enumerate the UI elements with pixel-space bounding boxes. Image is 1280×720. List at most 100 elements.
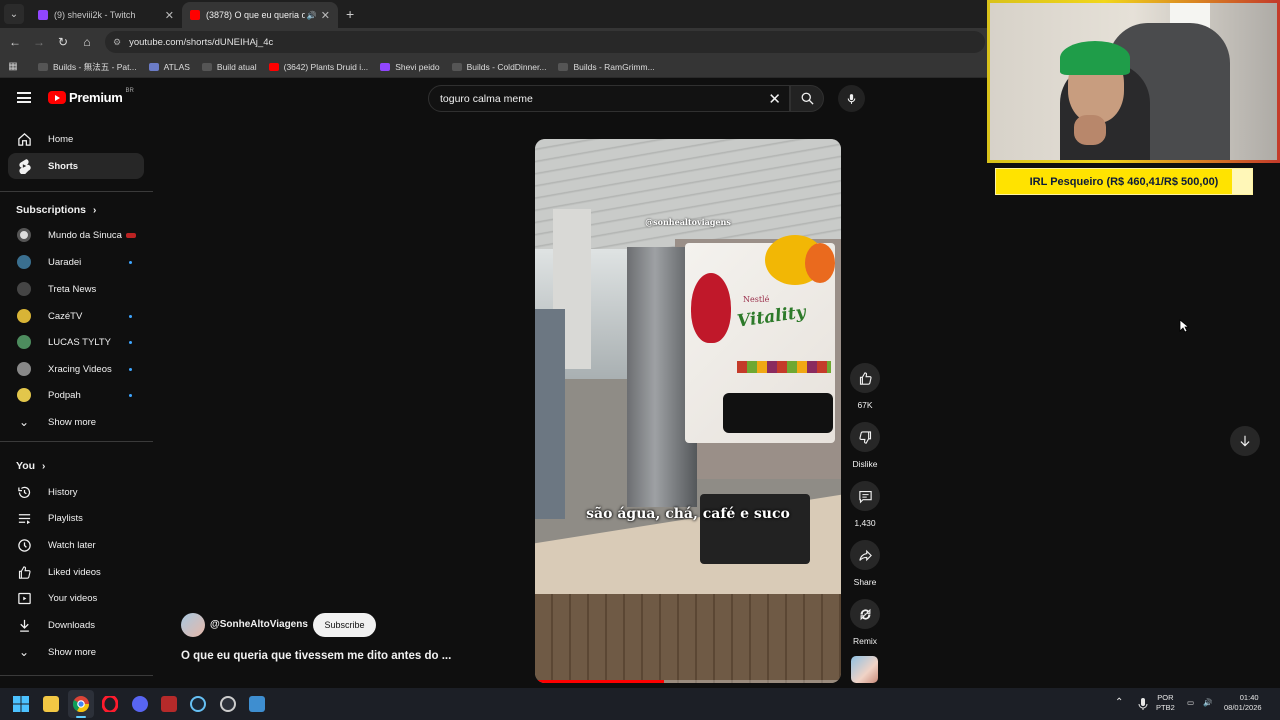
bookmark[interactable]: ATLAS [148, 62, 190, 72]
channel-avatar [17, 335, 31, 349]
orange-graphic [805, 243, 835, 283]
sidebar-item-subscription[interactable]: Uaradei [8, 249, 144, 275]
file-explorer-icon[interactable] [43, 696, 59, 712]
you-heading[interactable]: You › [16, 460, 45, 472]
site-info-icon[interactable]: ⚙ [113, 37, 121, 48]
video-scene-drip-tray [700, 494, 810, 564]
tab-title: (9) sheviii2k - Twitch [54, 10, 136, 20]
subscriptions-heading[interactable]: Subscriptions › [16, 204, 96, 216]
sidebar-item-subscription[interactable]: Xracing Videos [8, 356, 144, 382]
sidebar-item-subscription[interactable]: LUCAS TYLTY [8, 329, 144, 355]
twitch-favicon [38, 10, 48, 20]
new-tab-button[interactable]: + [346, 6, 354, 22]
history-icon [16, 485, 32, 500]
sidebar-item-label: Watch later [48, 539, 96, 551]
sidebar-item-watch-later[interactable]: Watch later [8, 532, 144, 558]
subscriptions-show-more[interactable]: ⌄ Show more [8, 409, 144, 435]
network-icon[interactable]: ▭ [1187, 698, 1194, 708]
sound-thumbnail[interactable] [851, 656, 878, 683]
search-button[interactable] [790, 85, 824, 112]
dislike-button[interactable]: Dislike [848, 422, 882, 469]
new-content-dot [129, 260, 132, 264]
tab-search-button[interactable]: ⌄ [4, 4, 24, 24]
url-text: youtube.com/shorts/dUNEIHAj_4c [129, 36, 274, 48]
subscribe-button[interactable]: Subscribe [313, 613, 376, 637]
video-title[interactable]: O que eu queria que tivessem me dito ant… [181, 650, 451, 662]
chrome-icon[interactable] [73, 696, 89, 712]
bookmark[interactable]: Builds - RamGrimm... [558, 62, 655, 72]
forward-icon[interactable]: → [27, 35, 51, 49]
shorts-video-player[interactable]: Nestlé Vitality @sonhealtoviagens são ág… [535, 139, 841, 683]
speaker-icon[interactable]: 🔊 [307, 11, 317, 20]
sidebar-item-subscription[interactable]: Podpah [8, 382, 144, 408]
comments-button[interactable]: 1,430 [848, 481, 882, 528]
arrow-down-icon [1240, 435, 1250, 447]
opera-icon[interactable] [102, 696, 118, 712]
bookmark[interactable]: Builds - 無法五 - Pat... [38, 61, 137, 73]
sidebar-item-subscription[interactable]: Mundo da Sinuca [8, 222, 144, 248]
clock[interactable]: 01:40 08/01/2026 [1224, 693, 1262, 713]
sidebar-item-home[interactable]: Home [8, 126, 144, 152]
sidebar-item-playlists[interactable]: Playlists [8, 505, 144, 531]
reload-icon[interactable]: ↻ [51, 35, 75, 49]
app-icon[interactable] [220, 696, 236, 712]
home-icon[interactable]: ⌂ [75, 35, 99, 49]
menu-icon[interactable] [17, 92, 31, 103]
sidebar-item-history[interactable]: History [8, 479, 144, 505]
sidebar-item-downloads[interactable]: Downloads [8, 612, 144, 638]
like-button[interactable]: 67K [848, 363, 882, 410]
app-icon[interactable] [161, 696, 177, 712]
voice-search-button[interactable] [838, 85, 865, 112]
bookmark[interactable]: Build atual [201, 62, 257, 72]
sidebar-item-subscription[interactable]: CazéTV [8, 303, 144, 329]
close-tab-icon[interactable]: ✕ [321, 9, 330, 22]
tab-twitch[interactable]: (9) sheviii2k - Twitch ✕ [30, 2, 182, 28]
sidebar-item-label: History [48, 486, 78, 498]
tab-youtube[interactable]: (3878) O que eu queria que 🔊 ✕ [182, 2, 338, 28]
youtube-logo[interactable]: Premium BR [48, 88, 134, 105]
new-content-dot [129, 340, 132, 344]
volume-icon[interactable]: 🔊 [1203, 698, 1212, 708]
channel-handle[interactable]: @SonheAltoViagens [210, 619, 308, 630]
microphone-icon[interactable] [1138, 697, 1148, 711]
home-icon [16, 132, 32, 147]
remix-button[interactable]: Remix [848, 599, 882, 646]
next-video-button[interactable] [1230, 426, 1260, 456]
apps-grid-icon[interactable]: ▦ [0, 61, 26, 72]
microphone-icon [847, 93, 856, 104]
bookmark[interactable]: Builds - ColdDinner... [451, 62, 546, 72]
search-input[interactable]: toguro calma meme ✕ [428, 85, 790, 112]
sidebar-item-label: LUCAS TYLTY [48, 336, 112, 348]
close-tab-icon[interactable]: ✕ [165, 9, 174, 22]
address-bar[interactable]: ⚙ youtube.com/shorts/dUNEIHAj_4c [105, 31, 985, 53]
channel-avatar [17, 255, 31, 269]
windows-start-icon[interactable] [13, 696, 29, 712]
back-icon[interactable]: ← [3, 35, 27, 49]
new-content-dot [129, 367, 132, 371]
sidebar-item-label: CazéTV [48, 310, 83, 322]
sidebar-item-liked-videos[interactable]: Liked videos [8, 559, 144, 585]
share-button[interactable]: Share [848, 540, 882, 587]
sidebar-item-label: Your videos [48, 592, 98, 604]
sidebar-divider [0, 675, 153, 676]
bookmark[interactable]: Shevi peido [380, 62, 440, 72]
video-progress-fill [535, 680, 664, 683]
sidebar-item-shorts[interactable]: Shorts [8, 153, 144, 179]
sidebar-item-subscription[interactable]: Treta News [8, 276, 144, 302]
bookmark[interactable]: (3642) Plants Druid i... [268, 62, 368, 72]
discord-icon[interactable] [132, 696, 148, 712]
goal-remaining [1231, 169, 1252, 194]
sidebar-item-your-videos[interactable]: Your videos [8, 585, 144, 611]
notepad-icon[interactable] [249, 696, 265, 712]
sidebar-item-label: Show more [48, 646, 97, 658]
channel-avatar[interactable] [181, 613, 205, 637]
you-show-more[interactable]: ⌄ Show more [8, 639, 144, 665]
show-hidden-icons[interactable]: ⌃ [1115, 698, 1123, 708]
steam-icon[interactable] [190, 696, 206, 712]
input-language[interactable]: POR PTB2 [1156, 693, 1175, 713]
clear-search-icon[interactable]: ✕ [768, 90, 781, 108]
youtube-play-icon [48, 91, 66, 104]
watch-later-icon [16, 538, 32, 553]
share-label: Share [853, 577, 877, 587]
video-progress-bar[interactable] [535, 680, 841, 683]
